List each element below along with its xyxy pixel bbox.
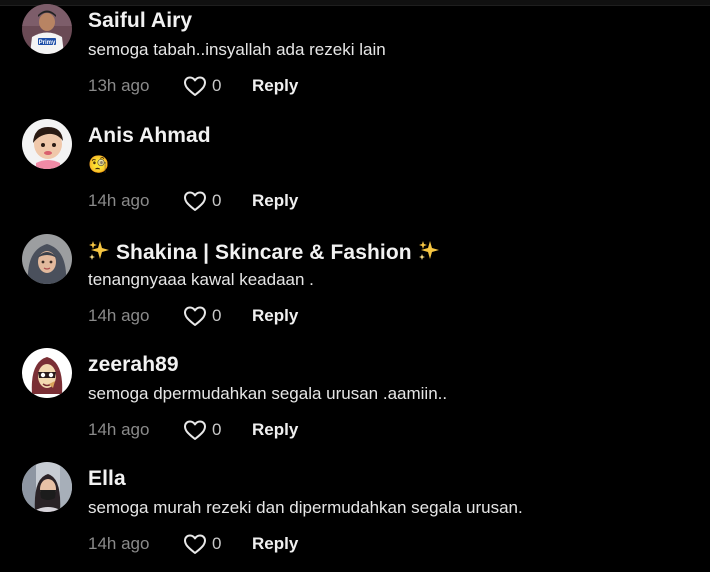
avatar[interactable] bbox=[22, 348, 72, 398]
heart-outline-icon bbox=[184, 420, 206, 440]
like-count: 0 bbox=[212, 420, 222, 439]
comment-text: semoga dpermudahkan segala urusan .aamii… bbox=[88, 384, 448, 403]
comment-username[interactable]: Anis Ahmad bbox=[88, 124, 211, 148]
comment-timestamp: 13h ago bbox=[88, 76, 150, 95]
comment-meta: 14h ago 0 Reply bbox=[88, 303, 348, 329]
comment-item: Ella semoga murah rezeki dan dipermudahk… bbox=[0, 458, 710, 572]
like-count: 0 bbox=[212, 306, 222, 325]
comment-username[interactable]: zeerah89 bbox=[88, 353, 179, 377]
comment-timestamp: 14h ago bbox=[88, 534, 150, 553]
comment-text: 🧐 bbox=[88, 155, 110, 174]
reply-button[interactable]: Reply bbox=[252, 191, 298, 211]
heart-outline-icon bbox=[184, 306, 206, 326]
comment-meta: 14h ago 0 Reply bbox=[88, 188, 348, 214]
comment-item: Anis Ahmad 🧐 14h ago 0 Reply bbox=[0, 115, 710, 229]
comment-username[interactable]: Ella bbox=[88, 467, 126, 491]
avatar[interactable] bbox=[22, 234, 72, 284]
reply-button[interactable]: Reply bbox=[252, 76, 298, 96]
heart-outline-icon bbox=[184, 191, 206, 211]
heart-outline-icon bbox=[184, 76, 206, 96]
comment-username[interactable]: Saiful Airy bbox=[88, 9, 192, 33]
sparkles-emoji-icon bbox=[418, 239, 440, 267]
heart-outline-icon bbox=[184, 534, 206, 554]
like-count: 0 bbox=[212, 76, 222, 95]
reply-button[interactable]: Reply bbox=[252, 534, 298, 554]
avatar[interactable] bbox=[22, 462, 72, 512]
avatar-badge-text: Primy bbox=[39, 40, 56, 46]
sparkles-emoji-icon bbox=[88, 239, 110, 267]
comment-text: semoga tabah..insyallah ada rezeki lain bbox=[88, 40, 386, 59]
reply-button[interactable]: Reply bbox=[252, 420, 298, 440]
comment-timestamp: 14h ago bbox=[88, 306, 150, 325]
comment-list: Primy Saiful Airy semoga tabah..insyalla… bbox=[0, 0, 710, 554]
avatar[interactable]: Primy bbox=[22, 4, 72, 54]
comment-text: tenangnyaaa kawal keadaan . bbox=[88, 270, 314, 289]
comment-item: zeerah89 semoga dpermudahkan segala urus… bbox=[0, 344, 710, 458]
comment-timestamp: 14h ago bbox=[88, 191, 150, 210]
username-label: Shakina | Skincare & Fashion bbox=[115, 241, 412, 264]
comment-timestamp: 14h ago bbox=[88, 420, 150, 439]
comment-text: semoga murah rezeki dan dipermudahkan se… bbox=[88, 498, 523, 517]
avatar[interactable] bbox=[22, 119, 72, 169]
comment-item: Primy Saiful Airy semoga tabah..insyalla… bbox=[0, 0, 710, 114]
comment-item: Shakina | Skincare & Fashion tenangnyaaa… bbox=[0, 230, 710, 344]
comment-meta: 13h ago 0 Reply bbox=[88, 73, 348, 99]
reply-button[interactable]: Reply bbox=[252, 306, 298, 326]
comment-username[interactable]: Shakina | Skincare & Fashion bbox=[88, 239, 440, 267]
like-count: 0 bbox=[212, 534, 222, 553]
like-count: 0 bbox=[212, 191, 222, 210]
comment-meta: 14h ago 0 Reply bbox=[88, 417, 348, 443]
comment-meta: 14h ago 0 Reply bbox=[88, 531, 348, 557]
